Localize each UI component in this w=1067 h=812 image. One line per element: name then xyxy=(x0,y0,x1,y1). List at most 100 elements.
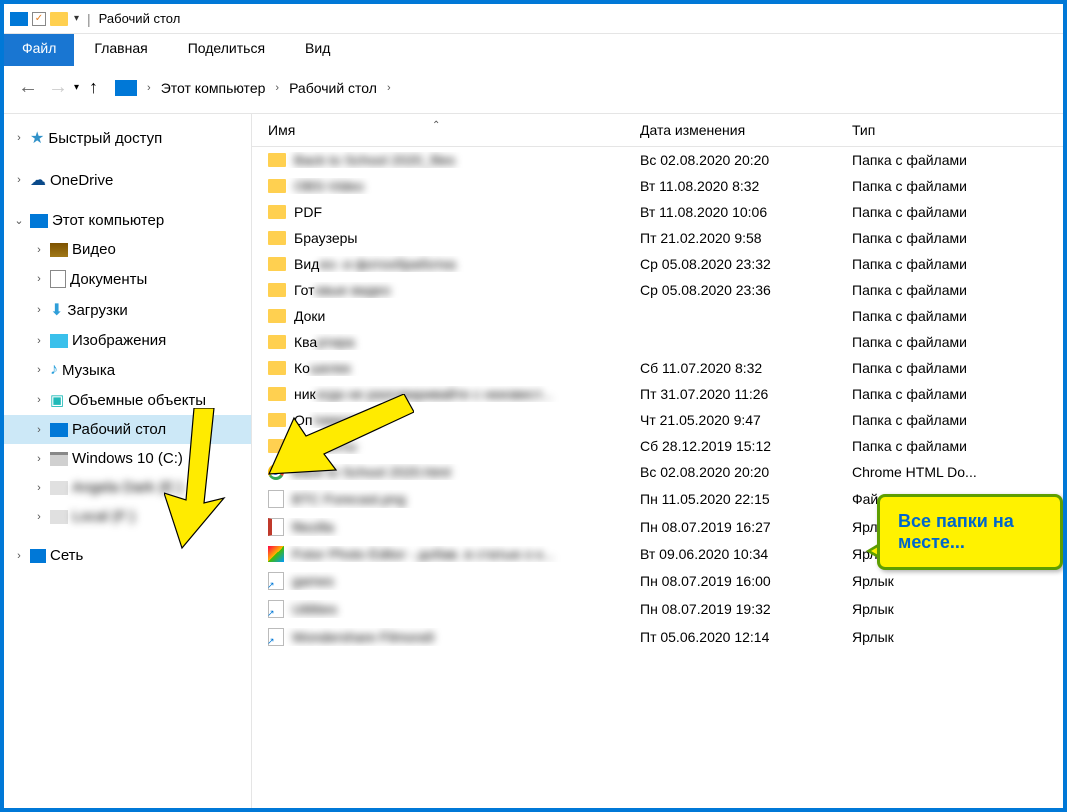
navigation-bar: ← → ▾ ↑ › Этот компьютер › Рабочий стол … xyxy=(4,66,1063,114)
breadcrumb[interactable]: › Этот компьютер › Рабочий стол › xyxy=(108,77,1049,99)
tree-pictures[interactable]: ›Изображения xyxy=(4,326,251,355)
file-row[interactable]: OBS-VideoВт 11.08.2020 8:32Папка с файла… xyxy=(252,173,1063,199)
disk-icon xyxy=(50,481,68,495)
up-button[interactable]: ↑ xyxy=(89,77,98,98)
tree-video[interactable]: ›Видео xyxy=(4,235,251,264)
folder-icon xyxy=(268,257,286,271)
tree-documents[interactable]: ›Документы xyxy=(4,264,251,294)
header-date[interactable]: Дата изменения xyxy=(640,122,852,138)
file-date: Пн 08.07.2019 16:27 xyxy=(640,519,852,535)
file-list-pane: Имя⌃ Дата изменения Тип Back to School 2… xyxy=(252,114,1063,811)
file-row[interactable]: Готовые видеоСр 05.08.2020 23:36Папка с … xyxy=(252,277,1063,303)
tree-label: Local (F:) xyxy=(72,508,135,525)
file-name: Back to School 2020_files xyxy=(294,152,455,168)
tree-drive-hidden2[interactable]: ›Local (F:) xyxy=(4,502,251,531)
file-row[interactable]: БраузерыПт 21.02.2020 9:58Папка с файлам… xyxy=(252,225,1063,251)
image-file-icon xyxy=(268,490,284,508)
file-date: Вт 09.06.2020 10:34 xyxy=(640,546,852,562)
tree-network[interactable]: ›Сеть xyxy=(4,541,251,570)
breadcrumb-sep-icon[interactable]: › xyxy=(269,82,285,94)
recent-dropdown[interactable]: ▾ xyxy=(74,82,79,93)
back-button[interactable]: ← xyxy=(18,76,38,99)
tab-file[interactable]: Файл xyxy=(4,34,74,66)
window-icon xyxy=(10,12,28,26)
tree-label: Windows 10 (C:) xyxy=(72,450,183,467)
file-type: Ярлык xyxy=(852,573,894,589)
file-row[interactable]: ТоррентыСб 28.12.2019 15:12Папка с файла… xyxy=(252,433,1063,459)
header-type[interactable]: Тип xyxy=(852,122,875,138)
tree-downloads[interactable]: ›⬇Загрузки xyxy=(4,294,251,326)
file-name: Fotor Photo Editor - добав. в статью о к… xyxy=(292,546,554,562)
breadcrumb-this-pc[interactable]: Этот компьютер xyxy=(161,80,266,96)
breadcrumb-sep-icon[interactable]: › xyxy=(381,82,397,94)
file-row[interactable]: Wondershare Filmora9Пт 05.06.2020 12:14Я… xyxy=(252,623,1063,651)
tree-onedrive[interactable]: ›☁OneDrive xyxy=(4,164,251,196)
file-row[interactable]: никогда не разговаривайте с неизвест... П… xyxy=(252,381,1063,407)
file-row[interactable]: КвартираПапка с файлами xyxy=(252,329,1063,355)
file-type: Папка с файлами xyxy=(852,308,967,324)
titlebar-checkbox[interactable]: ✓ xyxy=(32,12,46,26)
tree-drive-hidden1[interactable]: ›Angela Dark (E:) xyxy=(4,473,251,502)
navigation-tree: ›★Быстрый доступ ›☁OneDrive ⌄Этот компью… xyxy=(4,114,252,811)
file-date: Пн 08.07.2019 19:32 xyxy=(640,601,852,617)
tree-label: Сеть xyxy=(50,547,83,564)
tree-desktop[interactable]: ›Рабочий стол xyxy=(4,415,251,444)
folder-icon xyxy=(268,283,286,297)
breadcrumb-root-icon xyxy=(115,80,137,96)
file-row[interactable]: Back to School 2020.htmlВс 02.08.2020 20… xyxy=(252,459,1063,485)
file-row[interactable]: UtilitiesПн 08.07.2019 19:32Ярлык xyxy=(252,595,1063,623)
tree-drive-c[interactable]: ›Windows 10 (C:) xyxy=(4,444,251,473)
file-name: Кошелек xyxy=(294,360,351,376)
header-name[interactable]: Имя⌃ xyxy=(252,122,640,138)
tree-label: Загрузки xyxy=(67,302,127,319)
folder-icon xyxy=(268,413,286,427)
annotation-callout: Все папки на месте... xyxy=(877,494,1063,570)
breadcrumb-desktop[interactable]: Рабочий стол xyxy=(289,80,377,96)
file-row[interactable]: ОптимизацияЧт 21.05.2020 9:47Папка с фай… xyxy=(252,407,1063,433)
tree-label: Объемные объекты xyxy=(68,392,206,409)
cube-icon: ▣ xyxy=(50,391,64,409)
file-type: Папка с файлами xyxy=(852,386,967,402)
file-date: Пн 11.05.2020 22:15 xyxy=(640,491,852,507)
tree-quick-access[interactable]: ›★Быстрый доступ xyxy=(4,122,251,154)
tree-music[interactable]: ›♪Музыка xyxy=(4,355,251,385)
forward-button[interactable]: → xyxy=(48,76,68,99)
file-row[interactable]: Back to School 2020_files Вс 02.08.2020 2… xyxy=(252,147,1063,173)
file-name: OBS-Video xyxy=(294,178,364,194)
fotor-icon xyxy=(268,546,284,562)
titlebar: ✓ ▾ | Рабочий стол xyxy=(4,4,1063,34)
tree-label: Музыка xyxy=(62,362,115,379)
file-type: Папка с файлами xyxy=(852,230,967,246)
file-type: Папка с файлами xyxy=(852,256,967,272)
folder-icon xyxy=(268,387,286,401)
music-icon: ♪ xyxy=(50,361,58,379)
monitor-icon xyxy=(30,214,48,228)
video-icon xyxy=(50,243,68,257)
file-row[interactable]: PDFВт 11.08.2020 10:06Папка с файлами xyxy=(252,199,1063,225)
tab-view[interactable]: Вид xyxy=(285,34,350,66)
chrome-icon xyxy=(268,464,284,480)
tree-this-pc[interactable]: ⌄Этот компьютер xyxy=(4,206,251,235)
file-name: Браузеры xyxy=(294,230,358,246)
file-row[interactable]: gamesПн 08.07.2019 16:00Ярлык xyxy=(252,567,1063,595)
file-type: Папка с файлами xyxy=(852,334,967,350)
tab-share[interactable]: Поделиться xyxy=(168,34,285,66)
file-date: Вс 02.08.2020 20:20 xyxy=(640,152,852,168)
file-type: Папка с файлами xyxy=(852,152,967,168)
file-date: Пт 05.06.2020 12:14 xyxy=(640,629,852,645)
file-type: Папка с файлами xyxy=(852,282,967,298)
file-row[interactable]: КошелекСб 11.07.2020 8:32Папка с файлами xyxy=(252,355,1063,381)
file-row[interactable]: Видео- и фотообработкаСр 05.08.2020 23:3… xyxy=(252,251,1063,277)
file-date: Вс 02.08.2020 20:20 xyxy=(640,464,852,480)
file-row[interactable]: ДокиПапка с файлами xyxy=(252,303,1063,329)
folder-icon xyxy=(268,179,286,193)
star-icon: ★ xyxy=(30,128,44,148)
tree-3d-objects[interactable]: ›▣Объемные объекты xyxy=(4,385,251,415)
titlebar-dropdown-icon[interactable]: ▾ xyxy=(74,13,79,24)
folder-icon xyxy=(268,205,286,219)
file-name: никогда не разговаривайте с неизвест... xyxy=(294,386,553,402)
network-icon xyxy=(30,549,46,563)
file-name: Готовые видео xyxy=(294,282,390,298)
tab-home[interactable]: Главная xyxy=(74,34,167,66)
breadcrumb-sep-icon[interactable]: › xyxy=(141,82,157,94)
